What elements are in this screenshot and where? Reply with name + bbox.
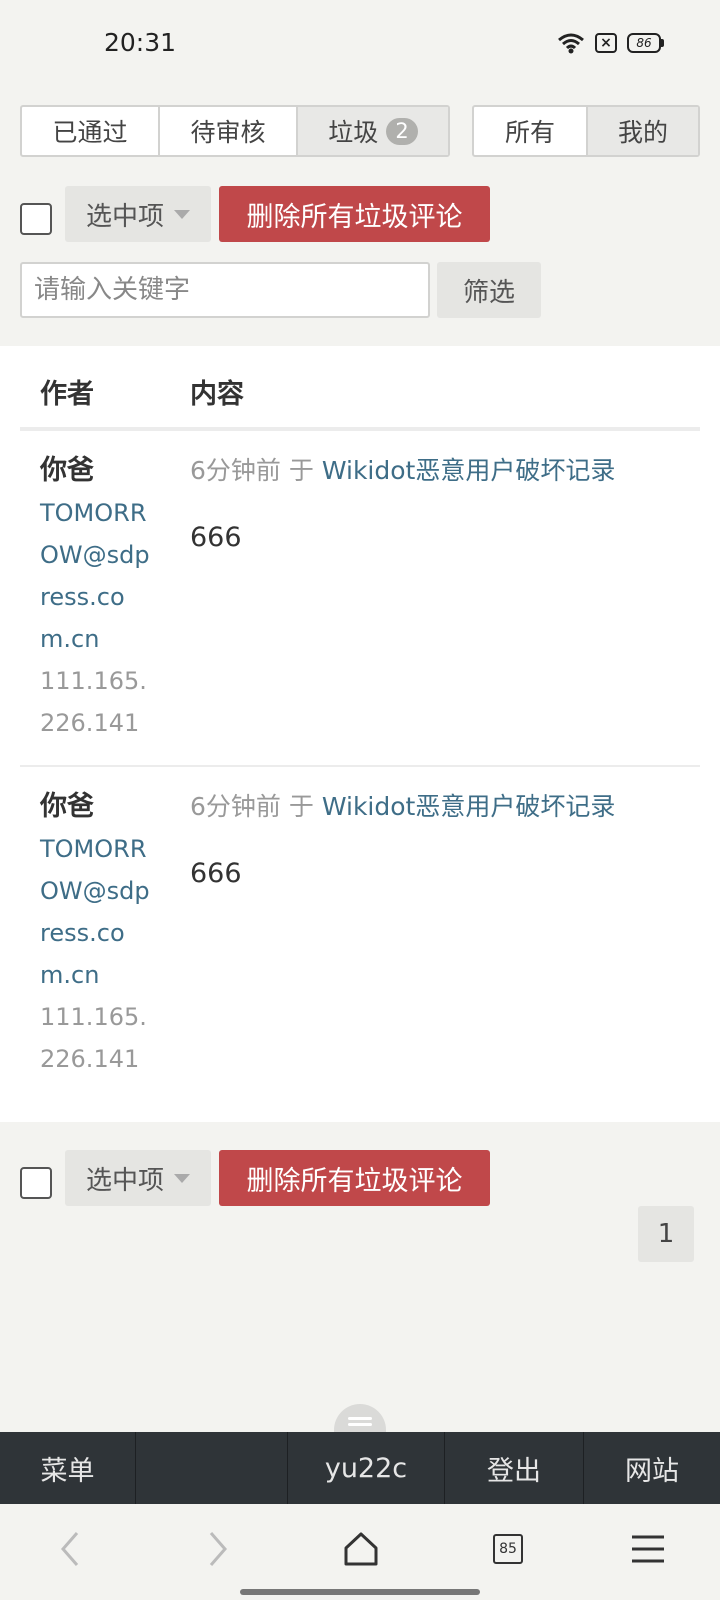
tab-all[interactable]: 所有 — [474, 107, 588, 155]
status-icons: × 86 — [557, 32, 664, 54]
delete-all-spam-label: 删除所有垃圾评论 — [246, 201, 463, 233]
comment-time: 6分钟前 — [190, 792, 281, 821]
author-email-link[interactable]: TOMORROW@sdpress.com.cn — [40, 492, 150, 660]
filter-button[interactable]: 筛选 — [437, 262, 541, 318]
tab-pending[interactable]: 待审核 — [160, 107, 298, 155]
comment-body: 666 — [190, 522, 242, 553]
keyword-search-input[interactable] — [20, 262, 430, 318]
tab-spam-label: 垃圾 — [328, 118, 379, 147]
home-icon[interactable] — [339, 1526, 383, 1572]
table-row: 你爸 TOMORROW@sdpress.com.cn 111.165.226.1… — [40, 450, 700, 744]
tab-approved[interactable]: 已通过 — [22, 107, 160, 155]
author-ip: 111.165.226.141 — [40, 667, 147, 737]
selected-items-dropdown-bottom[interactable]: 选中项 — [65, 1150, 211, 1206]
selected-items-label: 选中项 — [85, 201, 164, 232]
select-all-checkbox-bottom[interactable] — [20, 1167, 52, 1199]
delete-all-spam-button-top[interactable]: 删除所有垃圾评论 — [219, 186, 490, 242]
author-email-link[interactable]: TOMORROW@sdpress.com.cn — [40, 828, 150, 996]
comments-table: 作者 内容 你爸 TOMORROW@sdpress.com.cn 111.165… — [0, 346, 720, 1122]
table-row: 你爸 TOMORROW@sdpress.com.cn 111.165.226.1… — [40, 786, 700, 1080]
comment-meta: 6分钟前 于 Wikidot恶意用户破坏记录 — [190, 450, 615, 492]
tab-mine-label: 我的 — [617, 118, 668, 147]
browser-toolbar: 85 — [0, 1504, 720, 1600]
spam-count-badge: 2 — [386, 117, 418, 145]
selected-items-dropdown-top[interactable]: 选中项 — [65, 186, 211, 242]
battery-icon: 86 — [627, 33, 664, 53]
tab-approved-label: 已通过 — [52, 118, 128, 147]
forward-icon[interactable] — [198, 1526, 238, 1572]
battery-level: 86 — [627, 33, 661, 53]
nav-blank-cell — [136, 1432, 288, 1504]
delete-all-spam-button-bottom[interactable]: 删除所有垃圾评论 — [219, 1150, 490, 1206]
comment-page-link[interactable]: Wikidot恶意用户破坏记录 — [322, 792, 616, 821]
nav-logout-label: 登出 — [487, 1455, 541, 1487]
comment-preposition: 于 — [288, 792, 314, 821]
site-nav-bar: 菜单 yu22c 登出 网站 — [0, 1432, 720, 1504]
page-number-label: 1 — [657, 1219, 675, 1249]
scope-tab-group: 所有 我的 — [472, 105, 700, 157]
row-divider — [20, 765, 700, 767]
nav-menu-label: 菜单 — [40, 1455, 95, 1487]
comment-time: 6分钟前 — [190, 456, 281, 485]
tab-all-label: 所有 — [504, 118, 555, 147]
column-header-author: 作者 — [40, 379, 94, 410]
delete-all-spam-label: 删除所有垃圾评论 — [246, 1165, 463, 1197]
header-divider — [20, 427, 700, 431]
nav-site[interactable]: 网站 — [584, 1432, 720, 1504]
status-tab-group: 已通过 待审核 垃圾 2 — [20, 105, 450, 157]
back-icon[interactable] — [50, 1526, 90, 1572]
comment-body: 666 — [190, 858, 242, 889]
author-ip: 111.165.226.141 — [40, 1003, 147, 1073]
tab-count: 85 — [493, 1534, 523, 1564]
nav-user[interactable]: yu22c — [288, 1432, 445, 1504]
wifi-icon — [557, 32, 585, 54]
nav-user-label: yu22c — [324, 1452, 408, 1484]
nav-logout[interactable]: 登出 — [445, 1432, 584, 1504]
status-time: 20:31 — [104, 28, 177, 57]
pagination-page-1[interactable]: 1 — [638, 1206, 694, 1262]
nav-menu[interactable]: 菜单 — [0, 1432, 136, 1504]
selected-items-label: 选中项 — [85, 1165, 164, 1196]
filter-button-label: 筛选 — [462, 277, 515, 308]
comment-page-link[interactable]: Wikidot恶意用户破坏记录 — [322, 456, 616, 485]
status-bar: 20:31 × 86 — [0, 0, 720, 90]
scroll-handle-icon[interactable] — [334, 1404, 386, 1432]
tab-mine[interactable]: 我的 — [588, 107, 698, 155]
chevron-down-icon — [174, 1173, 190, 1183]
tab-spam[interactable]: 垃圾 2 — [298, 107, 448, 155]
home-indicator[interactable] — [240, 1589, 480, 1595]
comment-preposition: 于 — [288, 456, 314, 485]
column-header-content: 内容 — [190, 379, 244, 410]
chevron-down-icon — [174, 209, 190, 219]
tabs-icon[interactable]: 85 — [488, 1526, 528, 1572]
comment-meta: 6分钟前 于 Wikidot恶意用户破坏记录 — [190, 786, 615, 828]
nav-site-label: 网站 — [625, 1455, 679, 1487]
select-all-checkbox-top[interactable] — [20, 203, 52, 235]
tab-pending-label: 待审核 — [190, 118, 266, 147]
close-box-icon: × — [595, 33, 617, 53]
menu-icon[interactable] — [630, 1526, 666, 1572]
